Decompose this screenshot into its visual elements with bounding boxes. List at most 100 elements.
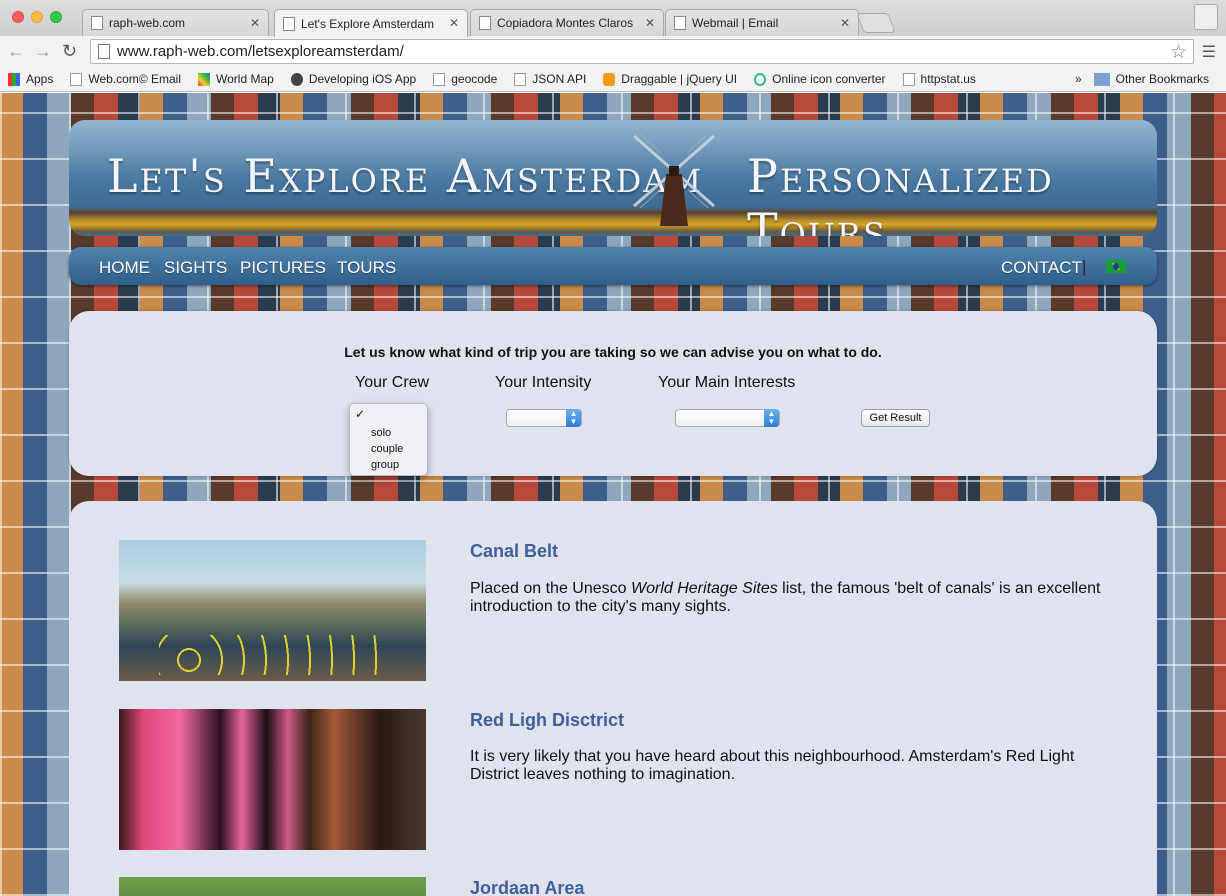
back-arrow-icon[interactable]: ← (7, 41, 25, 61)
bookmark-label: Online icon converter (772, 72, 886, 86)
address-bar[interactable]: www.raph-web.com/letsexploreamsterdam/ ☆ (90, 39, 1194, 64)
bookmark-label: Other Bookmarks (1115, 72, 1209, 86)
page-icon (902, 72, 915, 86)
bookmark-geocode[interactable]: geocode (433, 72, 497, 86)
close-icon[interactable]: ✕ (645, 16, 655, 30)
windmill-icon (633, 133, 715, 226)
minimize-window-button[interactable] (31, 11, 43, 23)
intensity-select[interactable]: ▲ ▼ (506, 409, 582, 427)
sight-title-red-light[interactable]: Red Ligh Disctrict (470, 710, 624, 731)
trip-advisor-form: Let us know what kind of trip you are ta… (69, 311, 1157, 476)
nav-separator: | (1082, 257, 1087, 276)
other-bookmarks[interactable]: Other Bookmarks (1093, 72, 1209, 86)
page-icon (674, 16, 686, 30)
bookmark-apps[interactable]: Apps (8, 72, 53, 86)
bookmarks-bar: Apps Web.com© Email World Map Developing… (0, 67, 1226, 92)
bookmark-icon-converter[interactable]: Online icon converter (754, 72, 886, 86)
page-icon (479, 16, 491, 30)
bookmark-label: JSON API (532, 72, 587, 86)
advisor-question: Let us know what kind of trip you are ta… (344, 344, 882, 360)
tab-webmail[interactable]: Webmail | Email ✕ (665, 9, 859, 36)
bookmark-label: Developing iOS App (308, 72, 417, 86)
tab-copiadora[interactable]: Copiadora Montes Claros ✕ (470, 9, 664, 36)
main-nav: HOME SIGHTS PICTURES TOURS CONTACT | (69, 247, 1157, 285)
nav-pictures[interactable]: PICTURES (240, 258, 326, 278)
select-arrows-icon: ▲ ▼ (764, 409, 779, 427)
bookmark-json-api[interactable]: JSON API (514, 72, 586, 86)
canal-belt-photo[interactable] (119, 540, 426, 681)
profile-icon[interactable] (1194, 4, 1218, 30)
apple-icon (290, 72, 303, 86)
bookmark-label: Draggable | jQuery UI (621, 72, 738, 86)
site-subtitle: Personalized Tours (747, 149, 1054, 236)
interests-select[interactable]: ▲ ▼ (675, 409, 780, 427)
sight-desc-canal-belt: Placed on the Unesco World Heritage Site… (470, 580, 1110, 616)
bookmark-label: geocode (451, 72, 498, 86)
tab-label: Let's Explore Amsterdam (301, 16, 435, 31)
close-window-button[interactable] (12, 11, 24, 23)
crew-dropdown[interactable]: ✓ solo couple group (349, 403, 428, 476)
page-background: Let's Explore Amsterdam Personalized Tou… (0, 93, 1226, 896)
browser-toolbar: ← → ↻ www.raph-web.com/letsexploreamster… (0, 36, 1226, 67)
jquery-icon (603, 72, 616, 86)
crew-option-group[interactable]: group (371, 459, 399, 471)
nav-tours[interactable]: TOURS (337, 258, 396, 278)
browser-tab-bar: raph-web.com ✕ Let's Explore Amsterdam ✕… (0, 0, 1226, 37)
sight-desc-red-light: It is very likely that you have heard ab… (470, 748, 1075, 783)
select-arrows-icon: ▲ ▼ (566, 409, 581, 427)
jordaan-photo[interactable] (119, 877, 426, 896)
bookmark-draggable[interactable]: Draggable | jQuery UI (603, 72, 737, 86)
converter-icon (754, 72, 767, 86)
page-icon (514, 72, 527, 86)
url-text: www.raph-web.com/letsexploreamsterdam/ (117, 43, 404, 60)
tab-raph-web[interactable]: raph-web.com ✕ (82, 9, 269, 36)
page-icon (433, 72, 446, 86)
zoom-window-button[interactable] (50, 11, 62, 23)
brazil-flag-icon[interactable] (1106, 260, 1126, 273)
world-map-icon (198, 72, 211, 86)
checkmark-icon: ✓ (355, 407, 366, 421)
tab-label: Webmail | Email (692, 16, 779, 30)
folder-icon (1093, 72, 1110, 86)
sight-title-jordaan[interactable]: Jordaan Area (470, 878, 584, 896)
bookmarks-overflow-button[interactable]: » (1075, 72, 1082, 86)
bookmark-star-icon[interactable]: ☆ (1170, 41, 1187, 64)
crew-label: Your Crew (355, 374, 430, 391)
page-icon (70, 72, 83, 86)
reload-icon[interactable]: ↻ (62, 41, 77, 61)
site-banner: Let's Explore Amsterdam Personalized Tou… (69, 120, 1157, 236)
red-light-photo[interactable] (119, 709, 426, 850)
bookmark-label: httpstat.us (920, 72, 976, 86)
nav-home[interactable]: HOME (99, 258, 150, 278)
tab-lets-explore-amsterdam[interactable]: Let's Explore Amsterdam ✕ (274, 9, 468, 37)
page-icon (98, 44, 110, 59)
bookmark-httpstat[interactable]: httpstat.us (902, 72, 976, 86)
bookmark-web-email[interactable]: Web.com© Email (70, 72, 181, 86)
close-icon[interactable]: ✕ (840, 16, 850, 30)
tab-label: raph-web.com (109, 16, 186, 30)
desc-emphasis: World Heritage Sites (631, 580, 778, 597)
nav-contact[interactable]: CONTACT (1001, 258, 1082, 278)
site-title: Let's Explore Amsterdam (107, 149, 704, 203)
page-icon (283, 16, 295, 31)
nav-sights[interactable]: SIGHTS (164, 258, 227, 278)
sight-title-canal-belt[interactable]: Canal Belt (470, 541, 558, 562)
bookmark-developing-ios[interactable]: Developing iOS App (290, 72, 417, 86)
new-tab-button[interactable] (856, 13, 896, 33)
crew-option-couple[interactable]: couple (371, 443, 403, 455)
intensity-label: Your Intensity (495, 374, 592, 391)
tab-label: Copiadora Montes Claros (497, 16, 634, 30)
desc-text: Placed on the Unesco (470, 580, 631, 597)
forward-arrow-icon[interactable]: → (34, 41, 52, 61)
close-icon[interactable]: ✕ (449, 16, 459, 30)
bookmark-label: Apps (26, 72, 54, 86)
crew-option-solo[interactable]: solo (371, 427, 391, 439)
bookmark-label: World Map (216, 72, 274, 86)
get-result-button[interactable]: Get Result (861, 409, 930, 427)
apps-grid-icon (8, 72, 20, 86)
menu-icon[interactable]: ☰ (1202, 42, 1216, 62)
interests-label: Your Main Interests (658, 374, 796, 391)
close-icon[interactable]: ✕ (250, 16, 260, 30)
bookmark-world-map[interactable]: World Map (198, 72, 274, 86)
sights-list: Canal Belt Placed on the Unesco World He… (69, 501, 1157, 896)
